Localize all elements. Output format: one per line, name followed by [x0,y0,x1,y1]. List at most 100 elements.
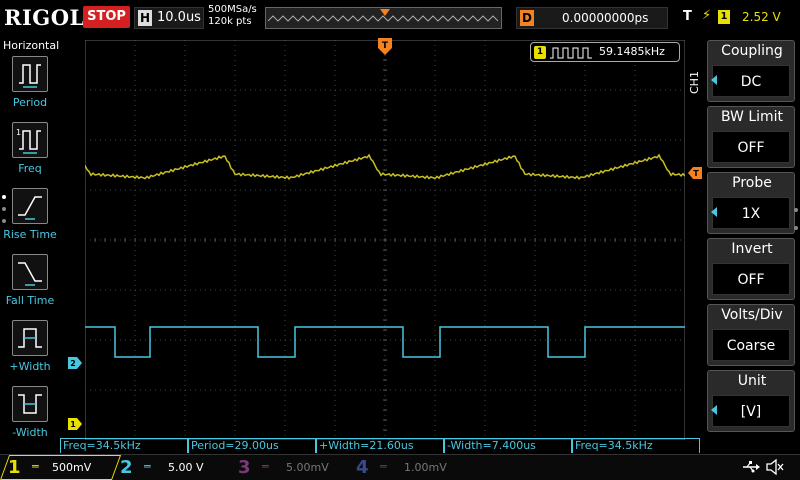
timebase-value: 10.0us [157,10,201,25]
measure-positive-width-label: +Width [9,360,51,373]
freq-counter-channel: 1 [534,46,546,59]
fall-time-icon [12,254,48,290]
horizontal-tag: H [138,10,152,26]
memory-depth: 120k pts [208,16,252,27]
select-arrow-icon [711,207,717,217]
ch3-scale: 5.00mV [286,461,329,474]
measure-fall-time-label: Fall Time [5,294,55,307]
volts-div-softkey[interactable]: Volts/Div Coarse [707,304,795,366]
measurement-item[interactable]: Freq=34.5kHz [572,438,700,453]
trigger-level: 2.52 V [742,10,781,24]
measure-rise-time-label: Rise Time [3,228,57,241]
ch2-status[interactable]: 2 ═ 5.00 V [114,455,226,480]
measure-fall-time-button[interactable]: Fall Time [0,254,60,314]
unit-softkey[interactable]: Unit [V] [707,370,795,432]
usb-icon [743,461,760,473]
measure-rise-time-button[interactable]: Rise Time [0,188,60,248]
bw-limit-softkey[interactable]: BW Limit OFF [707,106,795,168]
invert-value: OFF [712,263,790,295]
horizontal-timebase-box[interactable]: H 10.0us [134,7,204,29]
measure-negative-width-label: -Width [12,426,48,439]
measurement-results-bar: Freq=34.5kHz Period=29.00us +Width=21.60… [60,438,700,454]
measurement-item[interactable]: +Width=21.60us [316,438,444,453]
probe-softkey[interactable]: Probe 1X [707,172,795,234]
brand-logo: RIGOL [4,5,85,30]
ch4-number: 4 [356,457,369,478]
volts-div-value: Coarse [712,329,790,361]
ch2-coupling-icon: ═ [144,460,151,473]
ch1-coupling-icon: ═ [32,460,39,473]
top-status-bar: RIGOL STOP H 10.0us 500MSa/s 120k pts D … [0,0,800,36]
measure-menu: Horizontal Period 1 Freq Rise Time Fall … [0,36,60,452]
ch3-number: 3 [238,457,251,478]
ch3-status[interactable]: 3 ═ 5.00mV [232,455,344,480]
memory-waveform-icon [267,9,499,22]
ch1-offset-marker[interactable]: 1 [68,418,82,430]
freq-counter-value: 59.1485kHz [599,45,665,58]
acquisition-info: 500MSa/s 120k pts [208,4,257,28]
probe-value: 1X [712,197,790,229]
measurement-item[interactable]: -Width=7.400us [444,438,572,453]
volts-div-title: Volts/Div [721,307,783,323]
ch3-coupling-icon: ═ [262,460,269,473]
channel-status-bar: 1 ═ 500mV 2 ═ 5.00 V 3 ═ 5.00mV 4 ═ 1.00… [0,454,800,480]
left-menu-page-indicator [2,195,6,235]
coupling-value: DC [712,65,790,97]
measurement-item[interactable]: Freq=34.5kHz [60,438,188,453]
trigger-time-marker[interactable]: T [378,38,392,56]
measurement-item[interactable]: Period=29.00us [188,438,316,453]
square-wave-icon [550,47,592,59]
invert-title: Invert [731,241,773,257]
measure-freq-label: Freq [18,162,42,175]
svg-text:1: 1 [16,128,21,137]
negative-width-icon [12,386,48,422]
trigger-source: 1 [718,10,730,24]
graticule [85,40,685,440]
probe-title: Probe [732,175,772,191]
memory-position-bar[interactable] [265,7,502,29]
trigger-tag: T [683,9,692,24]
rise-time-icon [12,188,48,224]
trigger-box[interactable]: T ⚡ 1 2.52 V [680,7,796,29]
ch4-coupling-icon: ═ [380,460,387,473]
trigger-position-marker-icon [380,9,390,16]
waveform-display[interactable] [85,40,685,440]
trigger-level-marker[interactable]: T [688,167,702,179]
measure-period-label: Period [12,96,48,109]
ch2-scale: 5.00 V [168,461,204,474]
invert-softkey[interactable]: Invert OFF [707,238,795,300]
ch4-scale: 1.00mV [404,461,447,474]
coupling-softkey[interactable]: Coupling DC [707,40,795,102]
ch2-offset-marker-label: 2 [70,359,76,368]
select-arrow-icon [711,75,717,85]
measure-positive-width-button[interactable]: +Width [0,320,60,380]
coupling-title: Coupling [721,43,783,59]
bw-limit-title: BW Limit [720,109,784,125]
select-arrow-icon [711,405,717,415]
positive-width-icon [12,320,48,356]
measure-negative-width-button[interactable]: -Width [0,386,60,446]
run-stop-button[interactable]: STOP [83,6,130,28]
speaker-muted-icon[interactable] [766,459,784,475]
trigger-level-marker-label: T [693,169,699,178]
ch1-status[interactable]: 1 ═ 500mV [0,455,122,480]
freq-icon: 1 [12,122,48,158]
ch2-number: 2 [120,457,133,478]
frequency-counter[interactable]: 1 59.1485kHz [530,42,680,62]
unit-value: [V] [712,395,790,427]
bw-limit-value: OFF [712,131,790,163]
sample-rate: 500MSa/s [208,4,257,15]
unit-title: Unit [737,373,767,389]
measure-category-title: Horizontal [3,39,60,52]
measure-period-button[interactable]: Period [0,56,60,116]
trigger-time-marker-label: T [382,41,389,51]
ch2-waveform [85,326,685,358]
measure-freq-button[interactable]: 1 Freq [0,122,60,182]
ch2-offset-marker[interactable]: 2 [68,357,82,369]
delay-value: 0.00000000ps [562,11,649,25]
ch1-offset-marker-label: 1 [70,420,76,429]
right-menu-page-indicator [794,208,798,232]
ch4-status[interactable]: 4 ═ 1.00mV [350,455,462,480]
period-icon [12,56,48,92]
delay-box[interactable]: D 0.00000000ps [516,7,668,29]
